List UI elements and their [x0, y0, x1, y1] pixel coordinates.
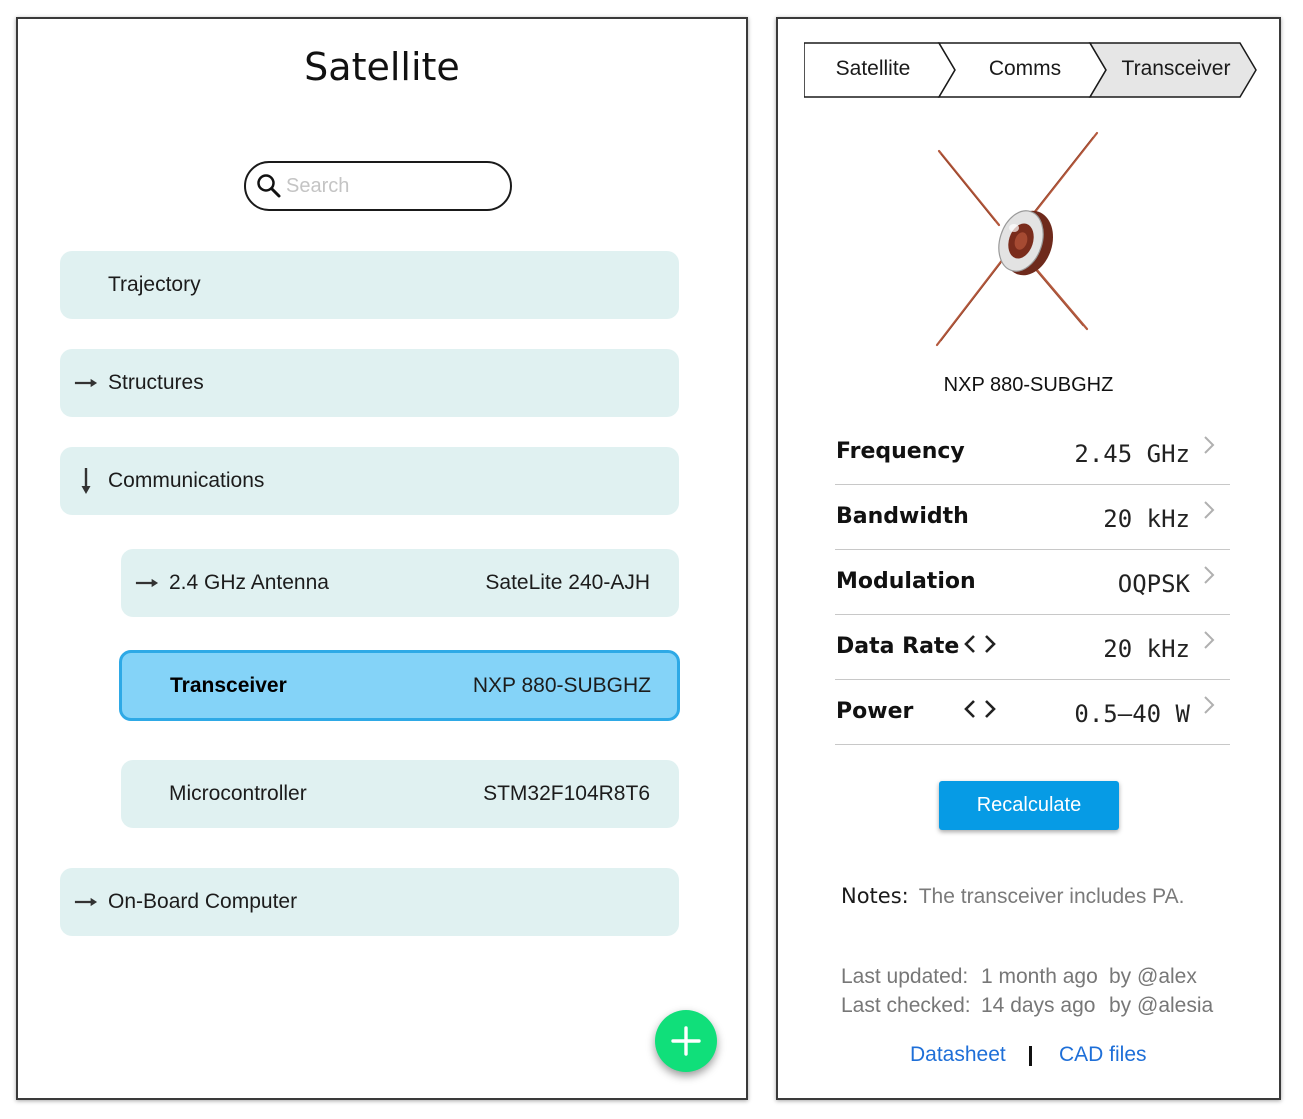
spec-label: Frequency	[836, 439, 965, 464]
recalculate-button[interactable]: Recalculate	[939, 781, 1119, 830]
last-updated: Last updated: 1 month ago by @alex	[841, 965, 1197, 989]
component-tree-panel: Satellite Trajectory Structures Communic…	[16, 17, 748, 1100]
tree-item-label: 2.4 GHz Antenna	[169, 571, 329, 594]
spec-row-frequency: Frequency 2.45 GHz	[835, 420, 1230, 485]
search-icon	[257, 174, 281, 198]
spec-value: 20 kHz	[1103, 505, 1190, 533]
tree-item-part-number: NXP 880-SUBGHZ	[472, 673, 651, 697]
search-input[interactable]	[286, 174, 486, 198]
breadcrumb-item-satellite[interactable]: Satellite	[804, 57, 942, 81]
link-divider	[1029, 1046, 1032, 1066]
component-image	[935, 131, 1099, 347]
tree-item-part-number: STM32F104R8T6	[483, 782, 650, 805]
tree-item-label: Structures	[108, 371, 204, 394]
datasheet-link[interactable]: Datasheet	[910, 1043, 1006, 1067]
tree-item-microcontroller[interactable]: Microcontroller STM32F104R8T6	[121, 760, 679, 828]
tree-item-label: On-Board Computer	[108, 890, 298, 913]
tree-item-part-number: SateLite 240-AJH	[485, 571, 650, 594]
breadcrumb-item-transceiver[interactable]: Transceiver	[1108, 57, 1244, 81]
tree-item-structures[interactable]: Structures	[60, 349, 679, 417]
arrow-right-icon	[135, 571, 159, 595]
spec-label: Data Rate	[836, 634, 960, 659]
chevron-right-icon[interactable]	[1202, 630, 1216, 650]
tree-item-on-board-computer[interactable]: On-Board Computer	[60, 868, 679, 936]
tree-item-communications[interactable]: Communications	[60, 447, 679, 515]
spec-label: Power	[836, 699, 914, 724]
chevron-right-icon[interactable]	[1202, 695, 1216, 715]
spec-value: 20 kHz	[1103, 635, 1190, 663]
tree-item-label: Trajectory	[108, 273, 201, 296]
spec-row-modulation: Modulation OQPSK	[835, 550, 1230, 615]
tree-item-trajectory[interactable]: Trajectory	[60, 251, 679, 319]
tree-item-label: Microcontroller	[169, 782, 307, 805]
last-updated-when: 1 month ago	[981, 965, 1098, 988]
tree-item-transceiver[interactable]: Transceiver NXP 880-SUBGHZ	[119, 650, 680, 721]
spec-value: 0.5–40 W	[1074, 700, 1190, 728]
page-title: Satellite	[304, 45, 460, 89]
arrow-right-icon	[74, 371, 98, 395]
search-box[interactable]	[244, 161, 512, 211]
tree-item-antenna[interactable]: 2.4 GHz Antenna SateLite 240-AJH	[121, 549, 679, 617]
spec-row-power: Power 0.5–40 W	[835, 680, 1230, 745]
arrow-right-icon	[74, 890, 98, 914]
last-checked-by: by @alesia	[1109, 994, 1214, 1017]
component-detail-panel: Satellite Comms Transceiver NXP 880-SUBG…	[776, 17, 1281, 1100]
last-updated-label: Last updated:	[841, 965, 969, 988]
cad-files-link[interactable]: CAD files	[1059, 1043, 1147, 1067]
spec-row-data-rate: Data Rate 20 kHz	[835, 615, 1230, 680]
chevron-right-icon[interactable]	[1202, 500, 1216, 520]
plus-icon	[671, 1026, 701, 1056]
chevron-right-icon[interactable]	[1202, 435, 1216, 455]
notes-label: Notes:	[841, 884, 909, 908]
code-brackets-icon[interactable]	[963, 697, 997, 721]
tree-item-label: Transceiver	[170, 673, 287, 697]
last-checked-label: Last checked:	[841, 994, 971, 1017]
chevron-right-icon[interactable]	[1202, 565, 1216, 585]
breadcrumb-item-comms[interactable]: Comms	[954, 57, 1096, 81]
spec-label: Bandwidth	[836, 504, 969, 529]
spec-row-bandwidth: Bandwidth 20 kHz	[835, 485, 1230, 550]
last-checked-when: 14 days ago	[981, 994, 1096, 1017]
last-checked: Last checked: 14 days ago by @alesia	[841, 994, 1213, 1018]
arrow-down-icon	[74, 468, 98, 494]
notes: Notes: The transceiver includes PA.	[841, 883, 1184, 909]
last-updated-by: by @alex	[1109, 965, 1197, 988]
spec-value: 2.45 GHz	[1074, 440, 1190, 468]
spec-label: Modulation	[836, 569, 976, 594]
code-brackets-icon[interactable]	[963, 632, 997, 656]
breadcrumb: Satellite Comms Transceiver	[804, 42, 1258, 98]
add-component-button[interactable]	[655, 1010, 717, 1072]
part-name: NXP 880-SUBGHZ	[943, 374, 1114, 396]
tree-item-label: Communications	[108, 469, 265, 492]
notes-text: The transceiver includes PA.	[918, 885, 1185, 908]
spec-value: OQPSK	[1117, 570, 1190, 598]
